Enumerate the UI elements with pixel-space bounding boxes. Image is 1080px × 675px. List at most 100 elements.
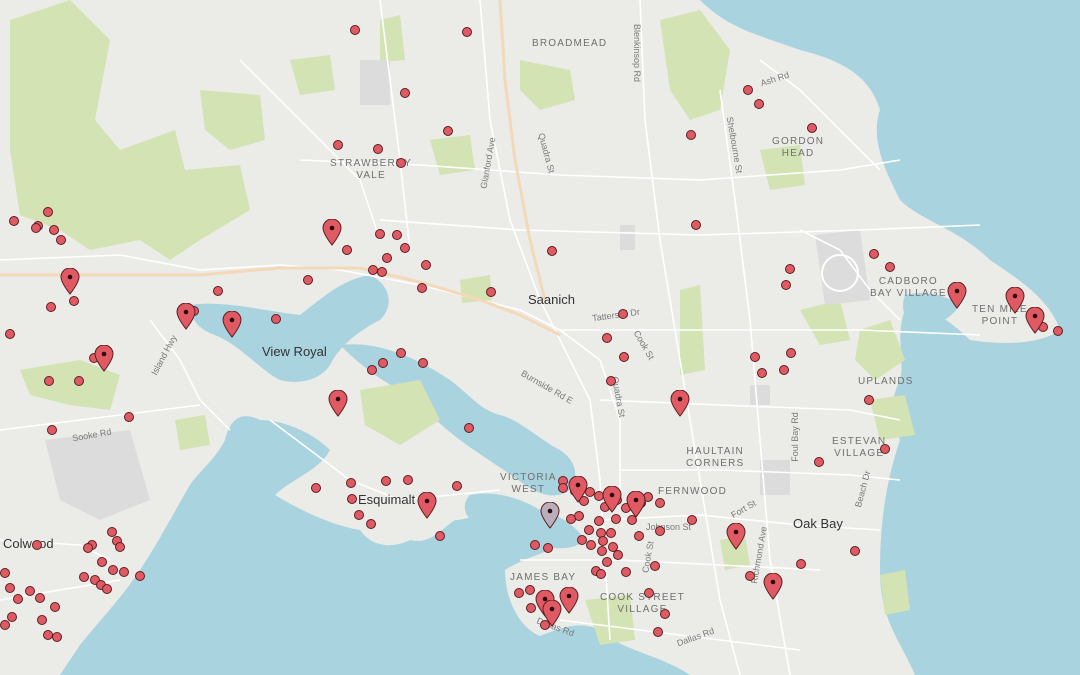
marker-dot[interactable] bbox=[124, 412, 134, 422]
marker-dot[interactable] bbox=[869, 249, 879, 259]
marker-dot[interactable] bbox=[50, 602, 60, 612]
marker-dot[interactable] bbox=[5, 583, 15, 593]
marker-dot[interactable] bbox=[421, 260, 431, 270]
marker-dot[interactable] bbox=[381, 476, 391, 486]
marker-dot[interactable] bbox=[418, 358, 428, 368]
marker-dot[interactable] bbox=[43, 207, 53, 217]
location-pin-icon[interactable] bbox=[1025, 306, 1045, 334]
marker-dot[interactable] bbox=[342, 245, 352, 255]
marker-dot[interactable] bbox=[606, 376, 616, 386]
marker-dot[interactable] bbox=[119, 567, 129, 577]
marker-dot[interactable] bbox=[754, 99, 764, 109]
marker-dot[interactable] bbox=[577, 535, 587, 545]
marker-dot[interactable] bbox=[375, 229, 385, 239]
marker-dot[interactable] bbox=[346, 478, 356, 488]
marker-dot[interactable] bbox=[779, 365, 789, 375]
marker-dot[interactable] bbox=[396, 158, 406, 168]
marker-dot[interactable] bbox=[311, 483, 321, 493]
map-canvas[interactable]: BROADMEAD STRAWBERRY VALE GORDON HEAD CA… bbox=[0, 0, 1080, 675]
marker-dot[interactable] bbox=[9, 216, 19, 226]
marker-dot[interactable] bbox=[781, 280, 791, 290]
marker-dot[interactable] bbox=[462, 27, 472, 37]
marker-dot[interactable] bbox=[213, 286, 223, 296]
marker-dot[interactable] bbox=[850, 546, 860, 556]
marker-dot[interactable] bbox=[686, 130, 696, 140]
marker-dot[interactable] bbox=[108, 565, 118, 575]
location-pin-icon[interactable] bbox=[94, 344, 114, 372]
marker-dot[interactable] bbox=[586, 540, 596, 550]
marker-dot[interactable] bbox=[5, 329, 15, 339]
marker-dot[interactable] bbox=[83, 543, 93, 553]
marker-dot[interactable] bbox=[691, 220, 701, 230]
marker-dot[interactable] bbox=[47, 425, 57, 435]
marker-dot[interactable] bbox=[0, 620, 10, 630]
marker-dot[interactable] bbox=[785, 264, 795, 274]
marker-dot[interactable] bbox=[366, 519, 376, 529]
marker-dot[interactable] bbox=[37, 615, 47, 625]
marker-dot[interactable] bbox=[382, 253, 392, 263]
marker-dot[interactable] bbox=[52, 632, 62, 642]
marker-dot[interactable] bbox=[1053, 326, 1063, 336]
marker-dot[interactable] bbox=[367, 365, 377, 375]
marker-dot[interactable] bbox=[687, 515, 697, 525]
marker-dot[interactable] bbox=[602, 333, 612, 343]
marker-dot[interactable] bbox=[750, 352, 760, 362]
location-pin-icon[interactable] bbox=[222, 310, 242, 338]
marker-dot[interactable] bbox=[655, 498, 665, 508]
marker-dot[interactable] bbox=[347, 494, 357, 504]
location-pin-icon[interactable] bbox=[626, 490, 646, 518]
selected-location-pin-icon[interactable] bbox=[540, 501, 560, 529]
marker-dot[interactable] bbox=[115, 542, 125, 552]
location-pin-icon[interactable] bbox=[322, 218, 342, 246]
marker-dot[interactable] bbox=[613, 550, 623, 560]
marker-dot[interactable] bbox=[644, 588, 654, 598]
marker-dot[interactable] bbox=[611, 514, 621, 524]
marker-dot[interactable] bbox=[660, 609, 670, 619]
marker-dot[interactable] bbox=[597, 546, 607, 556]
marker-dot[interactable] bbox=[653, 627, 663, 637]
location-pin-icon[interactable] bbox=[417, 491, 437, 519]
marker-dot[interactable] bbox=[49, 225, 59, 235]
location-pin-icon[interactable] bbox=[726, 522, 746, 550]
marker-dot[interactable] bbox=[566, 514, 576, 524]
marker-dot[interactable] bbox=[650, 561, 660, 571]
marker-dot[interactable] bbox=[530, 540, 540, 550]
marker-dot[interactable] bbox=[885, 262, 895, 272]
marker-dot[interactable] bbox=[807, 123, 817, 133]
location-pin-icon[interactable] bbox=[60, 267, 80, 295]
marker-dot[interactable] bbox=[377, 267, 387, 277]
marker-dot[interactable] bbox=[102, 584, 112, 594]
marker-dot[interactable] bbox=[864, 395, 874, 405]
marker-dot[interactable] bbox=[598, 536, 608, 546]
marker-dot[interactable] bbox=[880, 444, 890, 454]
marker-dot[interactable] bbox=[32, 540, 42, 550]
marker-dot[interactable] bbox=[452, 481, 462, 491]
marker-dot[interactable] bbox=[373, 144, 383, 154]
location-pin-icon[interactable] bbox=[1005, 286, 1025, 314]
marker-dot[interactable] bbox=[31, 223, 41, 233]
marker-dot[interactable] bbox=[743, 85, 753, 95]
marker-dot[interactable] bbox=[396, 348, 406, 358]
marker-dot[interactable] bbox=[596, 569, 606, 579]
marker-dot[interactable] bbox=[271, 314, 281, 324]
marker-dot[interactable] bbox=[619, 352, 629, 362]
marker-dot[interactable] bbox=[634, 531, 644, 541]
marker-dot[interactable] bbox=[378, 358, 388, 368]
marker-dot[interactable] bbox=[486, 287, 496, 297]
location-pin-icon[interactable] bbox=[763, 572, 783, 600]
marker-dot[interactable] bbox=[558, 483, 568, 493]
marker-dot[interactable] bbox=[514, 588, 524, 598]
marker-dot[interactable] bbox=[655, 526, 665, 536]
marker-dot[interactable] bbox=[69, 296, 79, 306]
marker-dot[interactable] bbox=[44, 376, 54, 386]
marker-dot[interactable] bbox=[46, 302, 56, 312]
location-pin-icon[interactable] bbox=[542, 599, 562, 627]
marker-dot[interactable] bbox=[796, 559, 806, 569]
marker-dot[interactable] bbox=[464, 423, 474, 433]
marker-dot[interactable] bbox=[814, 457, 824, 467]
marker-dot[interactable] bbox=[606, 528, 616, 538]
marker-dot[interactable] bbox=[525, 585, 535, 595]
marker-dot[interactable] bbox=[135, 571, 145, 581]
marker-dot[interactable] bbox=[0, 568, 10, 578]
location-pin-icon[interactable] bbox=[176, 302, 196, 330]
